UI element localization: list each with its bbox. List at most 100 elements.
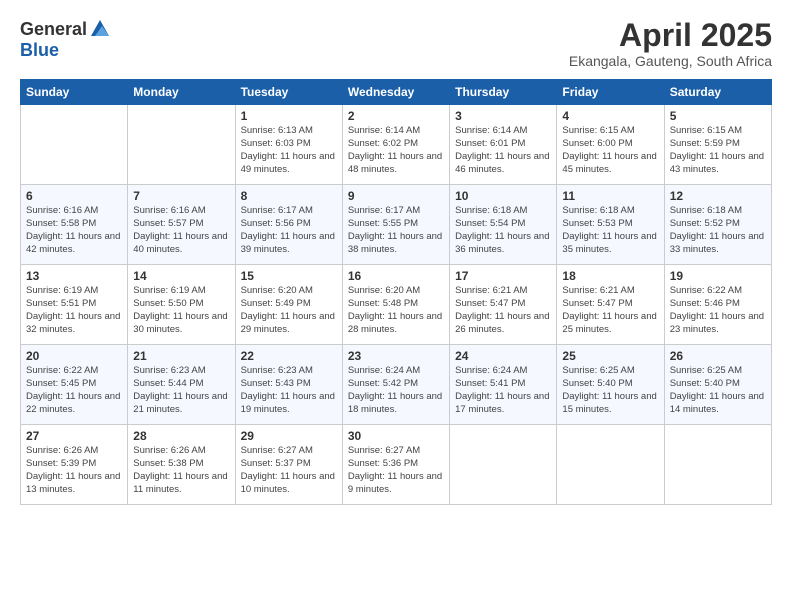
day-number: 8 — [241, 189, 337, 203]
table-row: 18 Sunrise: 6:21 AMSunset: 5:47 PMDayligh… — [557, 265, 664, 345]
day-number: 26 — [670, 349, 766, 363]
table-row: 22 Sunrise: 6:23 AMSunset: 5:43 PMDayligh… — [235, 345, 342, 425]
table-row: 28 Sunrise: 6:26 AMSunset: 5:38 PMDayligh… — [128, 425, 235, 505]
table-row — [450, 425, 557, 505]
month-title: April 2025 — [569, 18, 772, 53]
title-area: April 2025 Ekangala, Gauteng, South Afri… — [569, 18, 772, 69]
col-friday: Friday — [557, 80, 664, 105]
day-info: Sunrise: 6:21 AMSunset: 5:47 PMDaylight:… — [455, 285, 551, 336]
col-monday: Monday — [128, 80, 235, 105]
table-row: 7 Sunrise: 6:16 AMSunset: 5:57 PMDaylight… — [128, 185, 235, 265]
day-number: 15 — [241, 269, 337, 283]
day-number: 2 — [348, 109, 444, 123]
table-row: 1 Sunrise: 6:13 AMSunset: 6:03 PMDaylight… — [235, 105, 342, 185]
col-thursday: Thursday — [450, 80, 557, 105]
day-info: Sunrise: 6:19 AMSunset: 5:50 PMDaylight:… — [133, 285, 229, 336]
day-number: 16 — [348, 269, 444, 283]
table-row: 9 Sunrise: 6:17 AMSunset: 5:55 PMDaylight… — [342, 185, 449, 265]
day-number: 7 — [133, 189, 229, 203]
table-row: 13Sunrise: 6:19 AMSunset: 5:51 PMDayligh… — [21, 265, 128, 345]
col-saturday: Saturday — [664, 80, 771, 105]
table-row: 12 Sunrise: 6:18 AMSunset: 5:52 PMDayligh… — [664, 185, 771, 265]
day-number: 25 — [562, 349, 658, 363]
table-row: 8Sunrise: 6:17 AMSunset: 5:56 PMDaylight… — [235, 185, 342, 265]
logo-icon — [89, 18, 111, 40]
header: General Blue April 2025 Ekangala, Gauten… — [20, 18, 772, 69]
table-row: 17 Sunrise: 6:21 AMSunset: 5:47 PMDayligh… — [450, 265, 557, 345]
table-row: 3 Sunrise: 6:14 AMSunset: 6:01 PMDaylight… — [450, 105, 557, 185]
day-info: Sunrise: 6:26 AMSunset: 5:38 PMDaylight:… — [133, 445, 229, 496]
day-number: 14 — [133, 269, 229, 283]
day-info: Sunrise: 6:21 AMSunset: 5:47 PMDaylight:… — [562, 285, 658, 336]
table-row — [21, 105, 128, 185]
table-row: 30 Sunrise: 6:27 AMSunset: 5:36 PMDayligh… — [342, 425, 449, 505]
day-info: Sunrise: 6:18 AMSunset: 5:52 PMDaylight:… — [670, 205, 766, 256]
day-number: 1 — [241, 109, 337, 123]
day-info: Sunrise: 6:22 AMSunset: 5:45 PMDaylight:… — [26, 365, 122, 416]
day-info: Sunrise: 6:16 AMSunset: 5:57 PMDaylight:… — [133, 205, 229, 256]
table-row: 19 Sunrise: 6:22 AMSunset: 5:46 PMDayligh… — [664, 265, 771, 345]
table-row: 6 Sunrise: 6:16 AMSunset: 5:58 PMDaylight… — [21, 185, 128, 265]
day-info: Sunrise: 6:24 AMSunset: 5:42 PMDaylight:… — [348, 365, 444, 416]
day-number: 28 — [133, 429, 229, 443]
table-row: 4 Sunrise: 6:15 AMSunset: 6:00 PMDaylight… — [557, 105, 664, 185]
col-sunday: Sunday — [21, 80, 128, 105]
day-number: 6 — [26, 189, 122, 203]
table-row — [557, 425, 664, 505]
day-number: 12 — [670, 189, 766, 203]
table-row: 10Sunrise: 6:18 AMSunset: 5:54 PMDayligh… — [450, 185, 557, 265]
calendar-week-row: 13Sunrise: 6:19 AMSunset: 5:51 PMDayligh… — [21, 265, 772, 345]
page: General Blue April 2025 Ekangala, Gauten… — [0, 0, 792, 612]
col-wednesday: Wednesday — [342, 80, 449, 105]
day-info: Sunrise: 6:13 AMSunset: 6:03 PMDaylight:… — [241, 125, 337, 176]
calendar-week-row: 20 Sunrise: 6:22 AMSunset: 5:45 PMDayligh… — [21, 345, 772, 425]
day-info: Sunrise: 6:18 AMSunset: 5:53 PMDaylight:… — [562, 205, 658, 256]
day-info: Sunrise: 6:25 AMSunset: 5:40 PMDaylight:… — [562, 365, 658, 416]
day-info: Sunrise: 6:26 AMSunset: 5:39 PMDaylight:… — [26, 445, 122, 496]
table-row: 24 Sunrise: 6:24 AMSunset: 5:41 PMDayligh… — [450, 345, 557, 425]
day-info: Sunrise: 6:17 AMSunset: 5:55 PMDaylight:… — [348, 205, 444, 256]
day-number: 11 — [562, 189, 658, 203]
table-row: 15 Sunrise: 6:20 AMSunset: 5:49 PMDayligh… — [235, 265, 342, 345]
table-row: 20 Sunrise: 6:22 AMSunset: 5:45 PMDayligh… — [21, 345, 128, 425]
calendar-table: Sunday Monday Tuesday Wednesday Thursday… — [20, 79, 772, 505]
logo-blue-text: Blue — [20, 40, 59, 60]
day-info: Sunrise: 6:22 AMSunset: 5:46 PMDaylight:… — [670, 285, 766, 336]
day-number: 18 — [562, 269, 658, 283]
logo: General Blue — [20, 18, 111, 61]
day-info: Sunrise: 6:27 AMSunset: 5:37 PMDaylight:… — [241, 445, 337, 496]
day-number: 22 — [241, 349, 337, 363]
day-number: 9 — [348, 189, 444, 203]
calendar-week-row: 27 Sunrise: 6:26 AMSunset: 5:39 PMDayligh… — [21, 425, 772, 505]
day-number: 20 — [26, 349, 122, 363]
table-row: 2 Sunrise: 6:14 AMSunset: 6:02 PMDaylight… — [342, 105, 449, 185]
table-row — [664, 425, 771, 505]
day-number: 27 — [26, 429, 122, 443]
day-number: 19 — [670, 269, 766, 283]
day-info: Sunrise: 6:16 AMSunset: 5:58 PMDaylight:… — [26, 205, 122, 256]
day-info: Sunrise: 6:23 AMSunset: 5:43 PMDaylight:… — [241, 365, 337, 416]
day-info: Sunrise: 6:20 AMSunset: 5:49 PMDaylight:… — [241, 285, 337, 336]
logo-general-text: General — [20, 19, 87, 40]
table-row: 27 Sunrise: 6:26 AMSunset: 5:39 PMDayligh… — [21, 425, 128, 505]
col-tuesday: Tuesday — [235, 80, 342, 105]
day-info: Sunrise: 6:14 AMSunset: 6:02 PMDaylight:… — [348, 125, 444, 176]
table-row: 25 Sunrise: 6:25 AMSunset: 5:40 PMDayligh… — [557, 345, 664, 425]
day-info: Sunrise: 6:15 AMSunset: 6:00 PMDaylight:… — [562, 125, 658, 176]
day-number: 21 — [133, 349, 229, 363]
table-row — [128, 105, 235, 185]
day-number: 30 — [348, 429, 444, 443]
day-info: Sunrise: 6:24 AMSunset: 5:41 PMDaylight:… — [455, 365, 551, 416]
day-number: 17 — [455, 269, 551, 283]
day-number: 4 — [562, 109, 658, 123]
day-info: Sunrise: 6:27 AMSunset: 5:36 PMDaylight:… — [348, 445, 444, 496]
day-number: 10 — [455, 189, 551, 203]
table-row: 29 Sunrise: 6:27 AMSunset: 5:37 PMDayligh… — [235, 425, 342, 505]
day-number: 3 — [455, 109, 551, 123]
day-number: 24 — [455, 349, 551, 363]
table-row: 23Sunrise: 6:24 AMSunset: 5:42 PMDayligh… — [342, 345, 449, 425]
day-number: 29 — [241, 429, 337, 443]
day-info: Sunrise: 6:14 AMSunset: 6:01 PMDaylight:… — [455, 125, 551, 176]
table-row: 11 Sunrise: 6:18 AMSunset: 5:53 PMDayligh… — [557, 185, 664, 265]
calendar-header-row: Sunday Monday Tuesday Wednesday Thursday… — [21, 80, 772, 105]
